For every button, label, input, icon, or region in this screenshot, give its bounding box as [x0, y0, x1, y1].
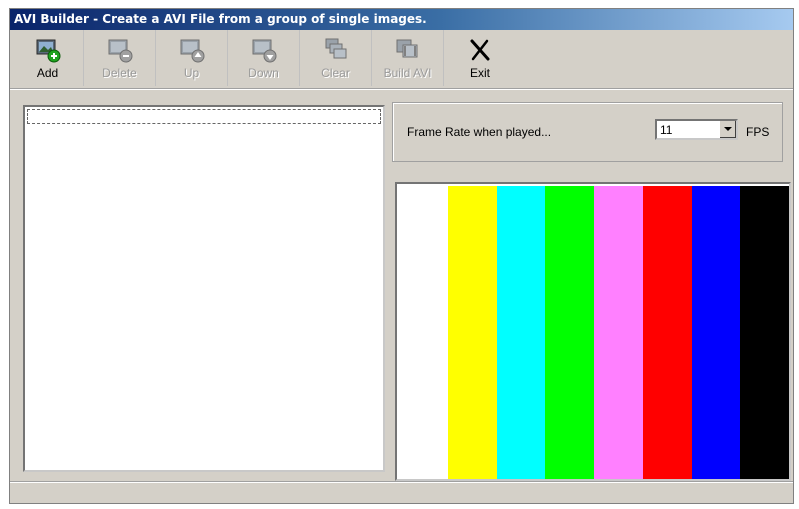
build-avi-button-label: Build AVI — [383, 66, 432, 80]
frame-rate-label: Frame Rate when played... — [407, 125, 552, 139]
window-title: AVI Builder - Create a AVI File from a g… — [14, 12, 427, 26]
delete-button-label: Delete — [102, 66, 137, 80]
color-bar — [594, 186, 643, 479]
image-remove-icon — [108, 39, 132, 63]
clear-images-icon — [325, 38, 346, 59]
frame-rate-value: 11 — [660, 123, 673, 137]
exit-button[interactable]: Exit — [444, 30, 516, 86]
delete-button[interactable]: Delete — [84, 30, 156, 86]
avi-builder-window: AVI Builder - Create a AVI File from a g… — [9, 8, 794, 504]
fps-unit-label: FPS — [746, 125, 770, 139]
down-button-label: Down — [248, 66, 279, 80]
color-bar — [740, 186, 789, 479]
color-bar — [545, 186, 594, 479]
clear-button-label: Clear — [321, 66, 350, 80]
clear-button[interactable]: Clear — [300, 30, 372, 86]
frame-rate-panel: Frame Rate when played... 11 FPS — [392, 102, 783, 162]
color-bar — [447, 186, 497, 479]
dropdown-arrow-icon[interactable] — [719, 121, 736, 138]
down-button[interactable]: Down — [228, 30, 300, 86]
color-bar — [496, 186, 546, 479]
image-preview — [395, 182, 791, 481]
list-focus-row — [27, 109, 381, 124]
toolbar: Add Delete Up Down Clear Build AVI Exit — [10, 30, 793, 89]
exit-x-icon — [470, 39, 490, 61]
color-bar — [691, 186, 741, 479]
up-button-label: Up — [183, 66, 200, 80]
status-bar — [10, 482, 793, 503]
exit-button-label: Exit — [469, 66, 490, 80]
color-bar — [399, 186, 448, 479]
up-button[interactable]: Up — [156, 30, 228, 86]
title-bar: AVI Builder - Create a AVI File from a g… — [10, 9, 793, 30]
build-avi-button[interactable]: Build AVI — [372, 30, 444, 86]
build-avi-icon — [396, 39, 417, 58]
image-move-down-icon — [252, 39, 276, 63]
image-add-icon — [36, 39, 60, 63]
color-bars — [399, 186, 789, 479]
add-button[interactable]: Add — [12, 30, 84, 86]
image-move-up-icon — [180, 39, 204, 63]
frame-rate-select[interactable]: 11 — [655, 119, 738, 140]
add-button-label: Add — [36, 66, 59, 80]
color-bar — [642, 186, 692, 479]
image-list[interactable] — [23, 105, 385, 472]
